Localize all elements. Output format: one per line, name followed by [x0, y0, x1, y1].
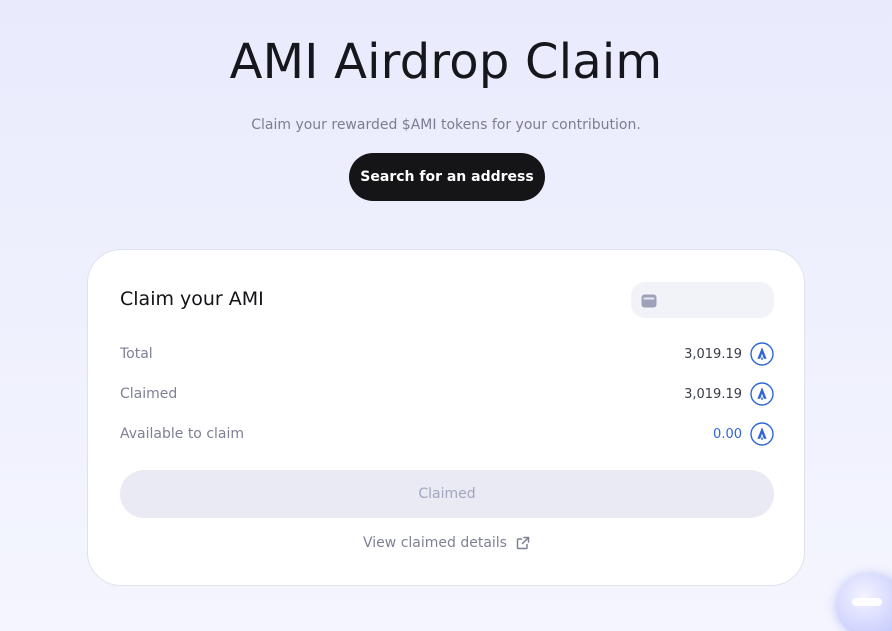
total-value: 3,019.19	[684, 346, 742, 362]
wallet-chip[interactable]	[631, 282, 774, 318]
claim-button[interactable]: Claimed	[120, 470, 774, 518]
ami-token-icon	[750, 382, 774, 406]
wallet-icon	[641, 293, 657, 308]
card-title: Claim your AMI	[120, 288, 264, 310]
claim-card: Claim your AMI Total 3,019.19 Claimed 3,…	[87, 249, 805, 586]
view-claimed-details-link[interactable]: View claimed details	[88, 535, 806, 551]
page-title: AMI Airdrop Claim	[229, 34, 663, 90]
total-row: Total 3,019.19	[120, 342, 774, 366]
external-link-icon	[515, 535, 531, 551]
claimed-label: Claimed	[120, 386, 178, 402]
claimed-row: Claimed 3,019.19	[120, 382, 774, 406]
available-row: Available to claim 0.00	[120, 422, 774, 446]
search-address-button[interactable]: Search for an address	[349, 153, 545, 201]
available-label: Available to claim	[120, 426, 245, 442]
ami-token-icon	[750, 342, 774, 366]
page: AMI Airdrop Claim Claim your rewarded $A…	[0, 0, 892, 631]
view-claimed-details-label: View claimed details	[363, 535, 507, 551]
chat-bubble-icon[interactable]	[836, 574, 892, 631]
chat-bubble-highlight	[852, 598, 882, 606]
page-subtitle: Claim your rewarded $AMI tokens for your…	[251, 117, 641, 133]
available-value: 0.00	[713, 426, 742, 442]
ami-token-icon	[750, 422, 774, 446]
claimed-value: 3,019.19	[684, 386, 742, 402]
total-label: Total	[120, 346, 153, 362]
